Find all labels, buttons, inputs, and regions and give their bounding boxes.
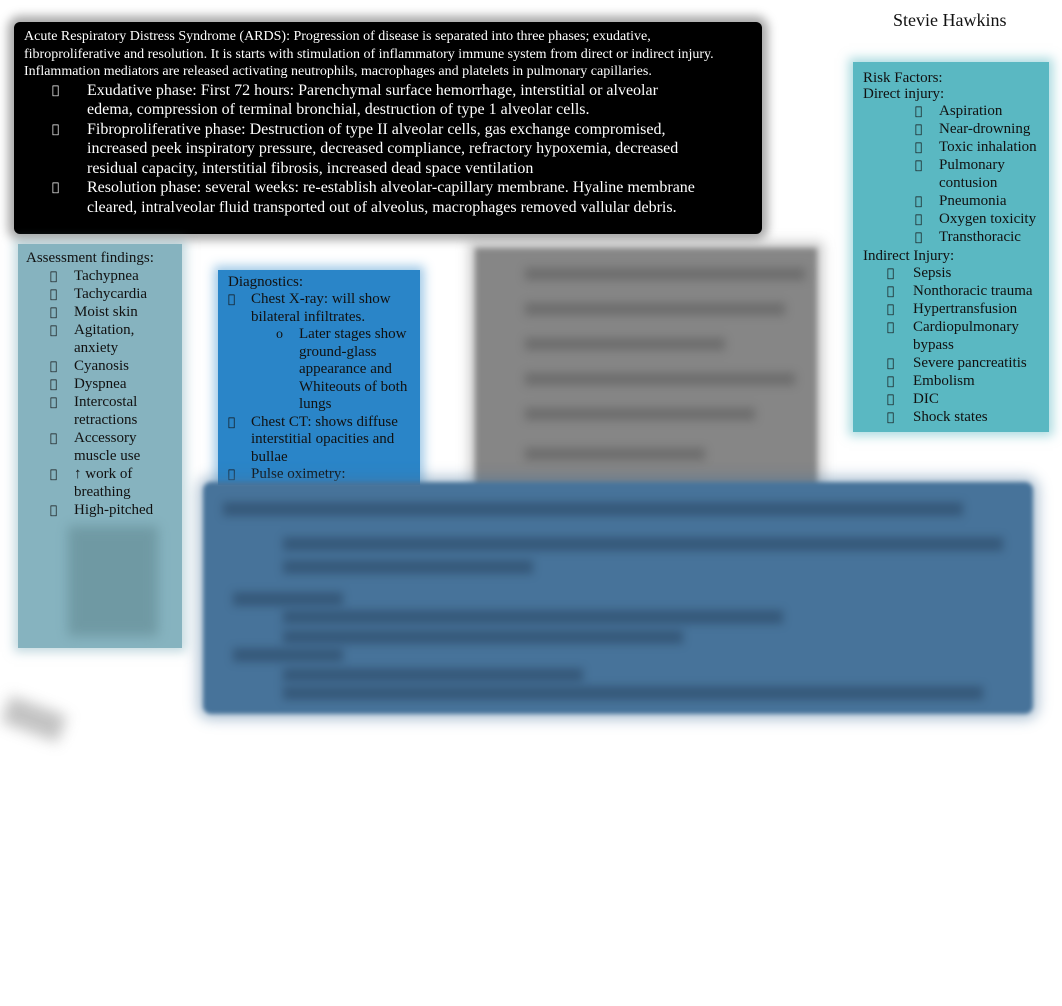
bullet-icon:  [915,120,922,138]
list-item: Nonthoracic trauma [863,282,1039,300]
bullet-icon:  [50,501,57,519]
bullet-icon:  [915,192,922,210]
bullet-icon:  [50,393,57,411]
phase-list: Exudative phase: First 72 hours: Parenc… [24,81,752,218]
bullet-icon:  [50,285,57,303]
bullet-icon:  [228,466,235,484]
ards-overview-text: Acute Respiratory Distress Syndrome (ARD… [24,29,714,79]
bullet-icon:  [52,120,59,140]
bullet-icon:  [887,390,894,408]
assessment-list: Tachypnea Tachycardia Moist skin Agi… [26,267,174,519]
list-item: Chest X-ray: will show bilateral infilt… [228,291,410,326]
risk-factors-title: Risk Factors: [863,70,943,86]
sub-bullet-icon: o [276,327,283,342]
list-item: Cyanosis [26,357,174,375]
list-item: Cardiopulmonary bypass [863,318,1039,354]
bullet-icon:  [915,228,922,246]
diagnostics-list: Chest X-ray: will show bilateral infilt… [228,291,410,484]
bullet-icon:  [50,303,57,321]
bullet-icon:  [50,267,57,285]
bullet-icon:  [915,156,922,174]
bullet-icon:  [887,264,894,282]
list-item: Moist skin [26,303,174,321]
decorative-shadow [1,695,67,743]
bullet-icon:  [50,429,57,447]
list-item: Pulse oximetry: [228,466,410,484]
list-item: Embolism [863,372,1039,390]
bullet-icon:  [52,178,59,198]
bullet-icon:  [52,81,59,101]
bullet-icon:  [228,414,235,432]
sub-list-item: o Later stages show ground-glass appearan… [276,326,408,412]
list-item: Near-drowning [863,120,1039,138]
bullet-icon:  [887,408,894,426]
phase-item-exudative: Exudative phase: First 72 hours: Parenc… [24,81,707,120]
list-item: Chest CT: shows diffuse interstitial op… [228,414,410,467]
obscured-content-panel [475,248,817,488]
list-item: Shock states [863,408,1039,426]
bullet-icon:  [887,354,894,372]
obscured-treatment-panel [203,482,1033,714]
direct-injury-label: Direct injury: [863,86,945,102]
list-item: Tachycardia [26,285,174,303]
list-item: Sepsis [863,264,1039,282]
risk-factors-panel: Risk Factors: Direct injury: Aspiration… [853,62,1049,432]
list-item: High-pitched [26,501,174,519]
bullet-icon:  [887,300,894,318]
bullet-icon:  [915,102,922,120]
bullet-icon:  [50,321,57,339]
bullet-icon:  [228,291,235,309]
list-item: Severe pancreatitis [863,354,1039,372]
list-item: Pneumonia [863,192,1039,210]
ards-overview-panel: Acute Respiratory Distress Syndrome (ARD… [14,22,762,234]
indirect-injury-list: Sepsis Nonthoracic trauma Hypertransf… [863,264,1039,426]
obscured-content [68,526,158,636]
diagnostics-panel: Diagnostics: Chest X-ray: will show bil… [218,270,420,485]
bullet-icon:  [887,282,894,300]
diagnostics-title: Diagnostics: [228,274,303,290]
bullet-icon:  [50,375,57,393]
bullet-icon:  [915,210,922,228]
list-item: Hypertransfusion [863,300,1039,318]
phase-item-resolution: Resolution phase: several weeks: re-est… [24,178,707,217]
bullet-icon:  [50,357,57,375]
direct-injury-list: Aspiration Near-drowning Toxic inhala… [863,102,1039,246]
list-item: DIC [863,390,1039,408]
list-item: Tachypnea [26,267,174,285]
list-item: Agitation, anxiety [26,321,174,357]
list-item: Intercostal retractions [26,393,174,429]
indirect-injury-label: Indirect Injury: [863,248,955,264]
author-name: Stevie Hawkins [893,10,1007,30]
bullet-icon:  [915,138,922,156]
bullet-icon:  [887,372,894,390]
bullet-icon:  [50,465,57,483]
list-item: Pulmonary contusion [863,156,1039,192]
bullet-icon:  [887,318,894,336]
assessment-findings-panel: Assessment findings: Tachypnea Tachyca… [18,244,182,648]
phase-item-fibroproliferative: Fibroproliferative phase: Destruction o… [24,120,707,179]
list-item: Aspiration [863,102,1039,120]
list-item: Dyspnea [26,375,174,393]
list-item: Toxic inhalation [863,138,1039,156]
list-item: Accessory muscle use [26,429,174,465]
list-item: Oxygen toxicity [863,210,1039,228]
list-item: ↑ work of breathing [26,465,174,501]
list-item: Transthoracic [863,228,1039,246]
assessment-title: Assessment findings: [26,250,154,266]
